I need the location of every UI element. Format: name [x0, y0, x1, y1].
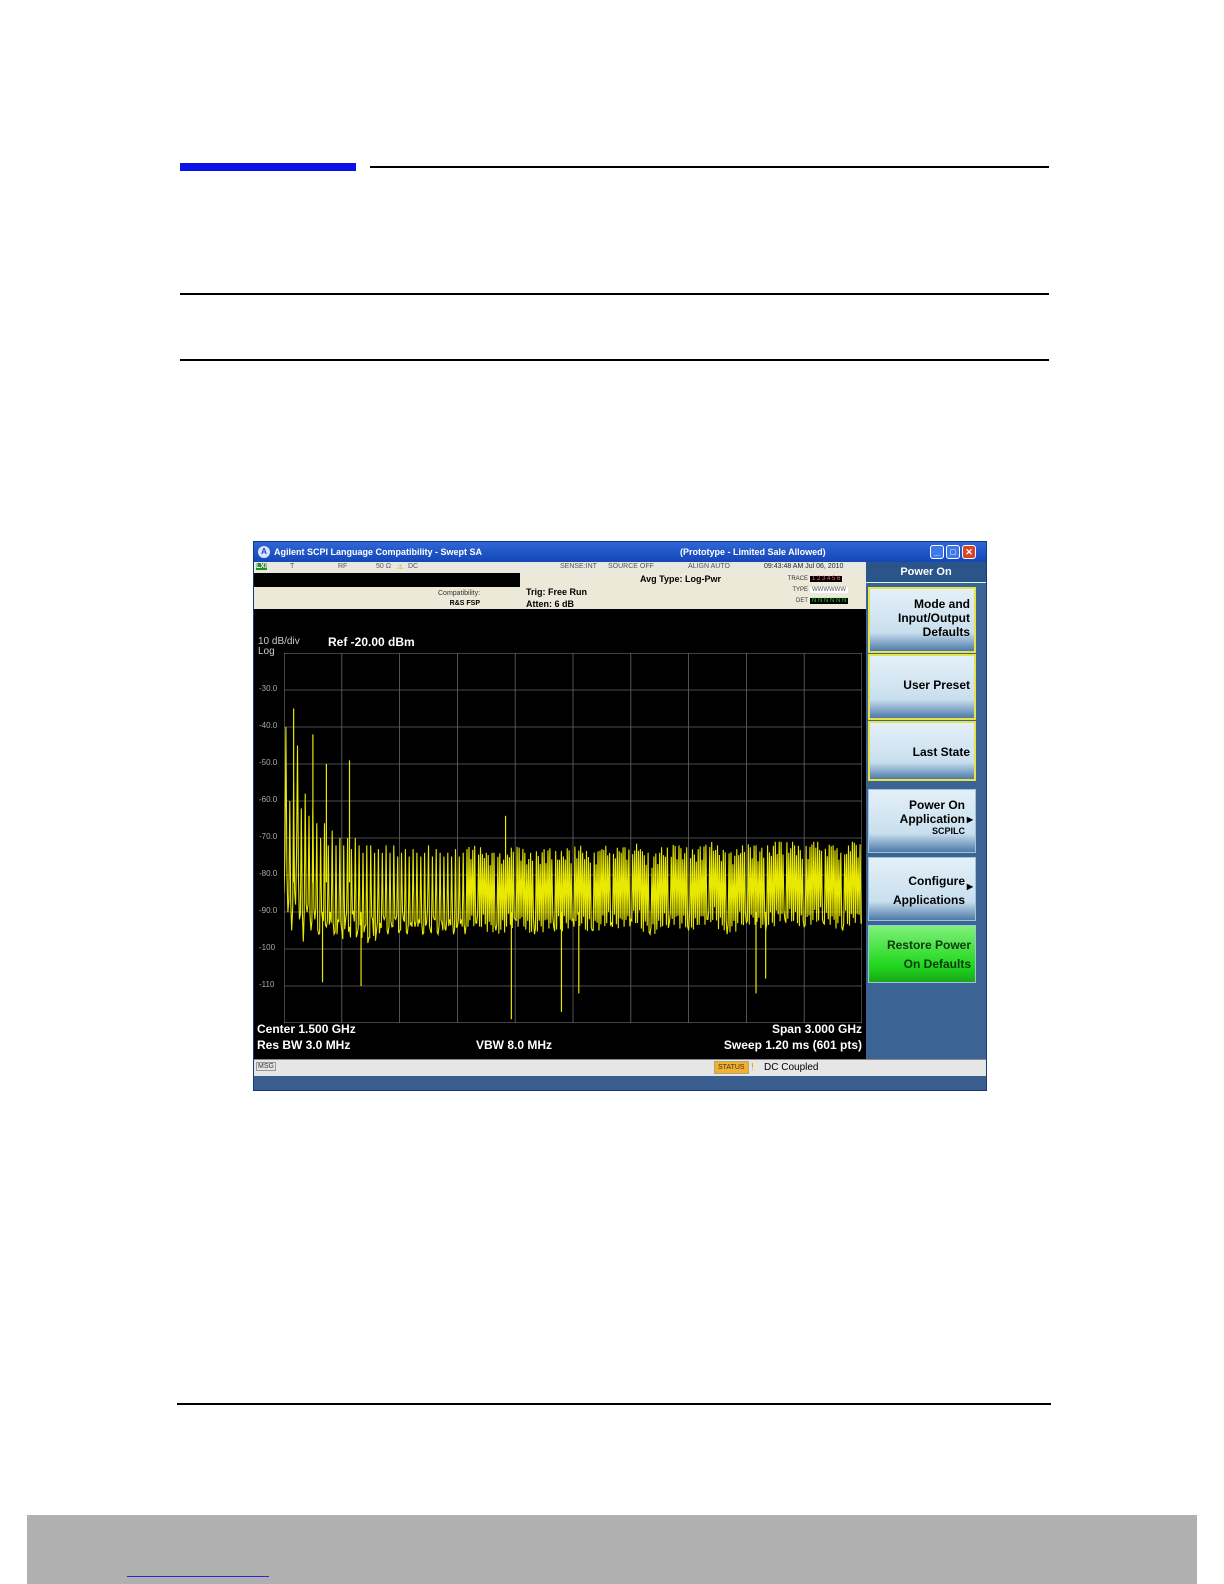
trigger-indicator: T	[290, 563, 295, 570]
footer-link-underline[interactable]	[127, 1576, 269, 1577]
det-label: DET	[796, 598, 808, 604]
y-tick-label: -40.0	[259, 721, 278, 730]
y-tick-label: -110	[259, 980, 275, 989]
analyzer-window: A Agilent SCPI Language Compatibility - …	[253, 541, 987, 1091]
section-accent-bar	[180, 163, 356, 171]
restore-line1: Restore Power	[886, 938, 971, 952]
footer-band	[27, 1515, 1197, 1584]
annotation-box	[254, 573, 520, 587]
avg-type: Avg Type: Log-Pwr	[640, 574, 721, 584]
configure-applications-softkey[interactable]: Configure Applications ▶	[868, 857, 976, 921]
datetime: 09:43:48 AM Jul 06, 2010	[764, 563, 844, 570]
maximize-button[interactable]: □	[946, 545, 960, 559]
y-tick-label: -100	[259, 943, 276, 952]
warning-icon: !	[751, 1062, 754, 1073]
mode-defaults-softkey[interactable]: Mode and Input/Output Defaults	[868, 587, 976, 653]
type-label: TYPE	[792, 587, 808, 593]
message-bar: MSG STATUS ! DC Coupled	[254, 1059, 986, 1076]
mode-defaults-line1: Mode and	[914, 597, 970, 611]
coupling-indicator: DC	[408, 563, 419, 570]
msg-label: MSG	[256, 1062, 276, 1071]
y-tick-label: -30.0	[259, 684, 278, 693]
header-rule-lower	[180, 359, 1049, 361]
warning-icon: ⚠	[397, 564, 404, 571]
trace-value: 1 2 3 4 5 6	[810, 576, 843, 582]
y-tick-label: -50.0	[259, 758, 278, 767]
align-indicator: ALIGN AUTO	[688, 563, 730, 570]
impedance-indicator: 50 Ω	[376, 563, 391, 570]
status-message: DC Coupled	[764, 1062, 819, 1073]
prototype-label: (Prototype - Limited Sale Allowed)	[680, 547, 826, 557]
power-on-application-softkey[interactable]: Power On Application SCPILC ▶	[868, 789, 976, 853]
y-tick-label: -70.0	[259, 832, 278, 841]
last-state-label: Last State	[912, 745, 970, 759]
user-preset-label: User Preset	[903, 678, 970, 692]
mode-defaults-line2: Input/Output	[898, 611, 970, 625]
rf-indicator: RF	[338, 563, 348, 570]
last-state-softkey[interactable]: Last State	[868, 721, 976, 781]
spectrum-trace-chart	[284, 653, 862, 1023]
trace-summary: TRACE 1 2 3 4 5 6 TYPE WWWWWW DET N N N …	[782, 573, 866, 609]
power-on-app-value: SCPILC	[931, 826, 965, 836]
footer-rule	[177, 1403, 1051, 1405]
softkey-panel: Power On Mode and Input/Output Defaults …	[866, 562, 986, 1059]
sense-indicator: SENSE:INT	[560, 563, 597, 570]
restore-line2: On Defaults	[903, 957, 971, 971]
trigger-info: Trig: Free Run Atten: 6 dB	[526, 586, 587, 610]
window-titlebar: A Agilent SCPI Language Compatibility - …	[254, 542, 986, 562]
lxi-indicator: LXI	[256, 563, 267, 570]
header-rule-upper	[180, 293, 1049, 295]
resolution-bandwidth: Res BW 3.0 MHz	[257, 1038, 351, 1052]
measurement-info-panel: Compatibility: R&S FSP Trig: Free Run At…	[254, 573, 866, 609]
center-frequency: Center 1.500 GHz	[257, 1022, 356, 1036]
submenu-arrow-icon: ▶	[966, 815, 973, 824]
compatibility-info: Compatibility: R&S FSP	[438, 589, 480, 609]
type-value: WWWWWW	[810, 587, 848, 593]
y-tick-label: -80.0	[259, 869, 278, 878]
restore-power-on-defaults-softkey[interactable]: Restore Power On Defaults	[868, 925, 976, 983]
configure-apps-line1: Configure	[908, 874, 965, 888]
trig-text: Trig: Free Run	[526, 587, 588, 597]
submenu-arrow-icon: ▶	[966, 882, 973, 891]
close-button[interactable]: ✕	[962, 545, 976, 559]
video-bandwidth: VBW 8.0 MHz	[476, 1038, 553, 1052]
minimize-button[interactable]: _	[930, 545, 944, 559]
compat-label: Compatibility:	[438, 590, 481, 597]
trace-label: TRACE	[787, 576, 808, 582]
compat-value: R&S FSP	[449, 600, 481, 607]
y-tick-label: -60.0	[259, 795, 278, 804]
reference-level: Ref -20.00 dBm	[328, 635, 415, 649]
mode-defaults-line3: Defaults	[922, 625, 970, 639]
top-rule	[370, 166, 1049, 168]
power-on-app-line2: Application	[899, 812, 965, 826]
det-value: N N N N N N	[810, 598, 849, 604]
window-title: Agilent SCPI Language Compatibility - Sw…	[274, 547, 483, 557]
configure-apps-line2: Applications	[892, 893, 965, 907]
source-indicator: SOURCE OFF	[608, 563, 654, 570]
spectrum-plot-area: 10 dB/div Log Ref -20.00 dBm -30.0 -40.0-…	[254, 609, 866, 1059]
app-icon: A	[258, 546, 270, 558]
power-on-app-line1: Power On	[908, 798, 965, 812]
user-preset-softkey[interactable]: User Preset	[868, 654, 976, 720]
sweep-time: Sweep 1.20 ms (601 pts)	[723, 1038, 862, 1052]
span: Span 3.000 GHz	[771, 1022, 862, 1036]
softkey-menu-title: Power On	[866, 562, 986, 583]
y-tick-label: -90.0	[259, 906, 278, 915]
status-button[interactable]: STATUS	[714, 1061, 749, 1074]
